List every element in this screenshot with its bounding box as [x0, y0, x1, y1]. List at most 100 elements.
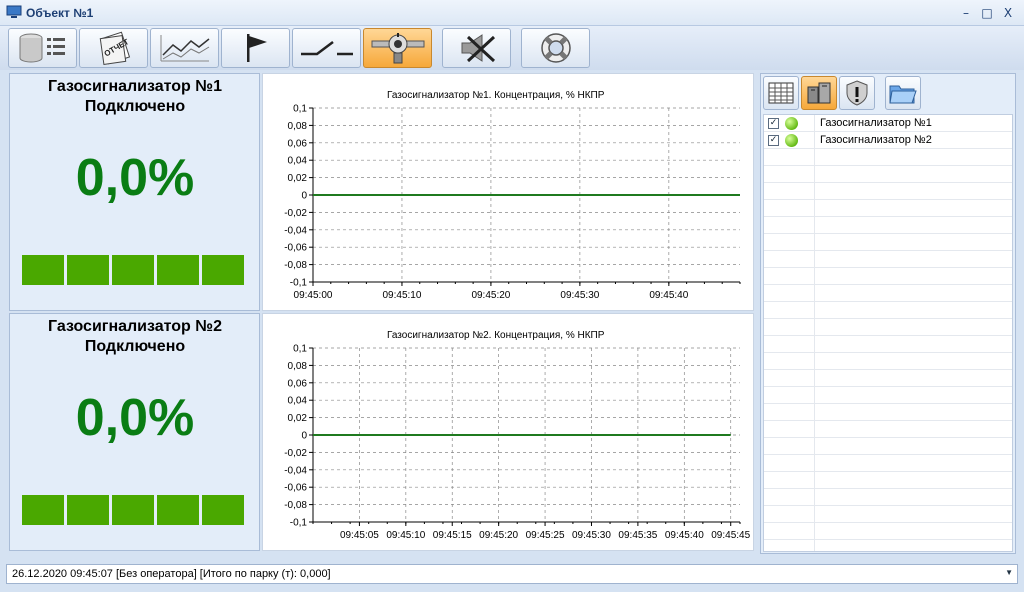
y-tick-label: -0,1	[290, 518, 308, 529]
sensor-title: Газосигнализатор №2	[47, 318, 223, 335]
folder-icon	[889, 85, 917, 104]
database-list-icon	[19, 33, 65, 63]
status-ok-icon	[785, 117, 798, 130]
level-indicator	[22, 495, 248, 525]
monitor-app-icon	[6, 5, 22, 18]
y-tick-label: 0	[301, 431, 307, 442]
device-panel: ✓ Газосигнализатор №1 ✓ Газосигнализатор…	[760, 73, 1016, 554]
y-tick-label: -0,08	[284, 260, 307, 271]
warning-shield-icon	[846, 80, 868, 106]
devices-icon	[807, 82, 831, 104]
database-list-button[interactable]	[8, 28, 77, 68]
list-item	[764, 251, 1012, 268]
list-item	[764, 489, 1012, 506]
level-segment	[157, 495, 199, 525]
y-tick-label: 0,04	[288, 396, 308, 407]
sensor-status: Подключено	[84, 98, 186, 115]
list-item	[764, 302, 1012, 319]
level-segment	[22, 495, 64, 525]
y-tick-label: 0,1	[293, 104, 307, 115]
list-item	[764, 319, 1012, 336]
open-folder-button[interactable]	[885, 76, 921, 110]
x-tick-label: 09:45:10	[382, 290, 421, 301]
sensor-panel-2: Газосигнализатор №2 Подключено 0,0%	[9, 313, 260, 551]
x-tick-label: 09:45:45	[711, 530, 750, 541]
y-tick-label: -0,02	[284, 208, 307, 219]
sensor-status: Подключено	[84, 338, 186, 355]
list-item	[764, 353, 1012, 370]
flag-icon	[246, 34, 267, 62]
x-tick-label: 09:45:40	[649, 290, 688, 301]
list-item[interactable]: ✓ Газосигнализатор №2	[764, 132, 1012, 149]
switch-icon	[300, 41, 353, 56]
y-tick-label: 0,08	[288, 361, 308, 372]
y-tick-label: -0,06	[284, 243, 307, 254]
y-tick-label: 0,04	[288, 156, 308, 167]
level-segment	[202, 255, 244, 285]
device-name: Газосигнализатор №2	[820, 134, 932, 146]
list-item	[764, 472, 1012, 489]
alarm-off-icon	[461, 34, 495, 63]
list-item	[764, 336, 1012, 353]
gas-sensor-button[interactable]	[363, 28, 432, 68]
level-segment	[112, 255, 154, 285]
y-tick-label: -0,06	[284, 483, 307, 494]
device-list: ✓ Газосигнализатор №1 ✓ Газосигнализатор…	[763, 114, 1013, 552]
chart-panel-2: Газосигнализатор №2. Концентрация, % НКП…	[262, 313, 754, 551]
list-item	[764, 404, 1012, 421]
device-checkbox[interactable]: ✓	[768, 118, 779, 129]
maximize-button[interactable]: □	[977, 3, 997, 23]
table-view-button[interactable]	[763, 76, 799, 110]
level-segment	[112, 495, 154, 525]
level-indicator	[22, 255, 248, 285]
flag-button[interactable]	[221, 28, 290, 68]
level-segment	[67, 495, 109, 525]
device-checkbox[interactable]: ✓	[768, 135, 779, 146]
x-tick-label: 09:45:00	[294, 290, 333, 301]
list-item	[764, 234, 1012, 251]
report-icon: ОТЧЕТ	[99, 31, 130, 65]
devices-button[interactable]	[801, 76, 837, 110]
list-item[interactable]: ✓ Газосигнализатор №1	[764, 115, 1012, 132]
y-tick-label: -0,08	[284, 500, 307, 511]
status-text: 26.12.2020 09:45:07 [Без оператора] [Ито…	[12, 568, 331, 580]
x-tick-label: 09:45:30	[572, 530, 611, 541]
list-item	[764, 149, 1012, 166]
sensor-panel-1: Газосигнализатор №1 Подключено 0,0%	[9, 73, 260, 311]
list-item	[764, 285, 1012, 302]
concentration-chart-2: 0,1 0,08 0,06 0,04 0,02 0 -0,02 -0,04 -0,06 -0,08…	[284, 344, 750, 542]
chart-panel-1: Газосигнализатор №1. Концентрация, % НКП…	[262, 73, 754, 311]
x-tick-label: 09:45:30	[560, 290, 599, 301]
y-tick-label: 0,06	[288, 138, 308, 149]
list-item	[764, 200, 1012, 217]
table-icon	[768, 82, 794, 104]
report-button[interactable]: ОТЧЕТ	[79, 28, 148, 68]
y-tick-label: 0,1	[293, 344, 307, 355]
trend-chart-icon	[160, 35, 209, 62]
trend-button[interactable]	[150, 28, 219, 68]
close-button[interactable]: X	[998, 3, 1018, 23]
y-tick-label: 0,02	[288, 173, 308, 184]
y-tick-label: -0,04	[284, 465, 307, 476]
device-name: Газосигнализатор №1	[820, 117, 932, 129]
list-item	[764, 506, 1012, 523]
help-button[interactable]	[521, 28, 590, 68]
chevron-down-icon[interactable]: ▼	[1005, 568, 1013, 577]
list-item	[764, 268, 1012, 285]
y-tick-label: 0,02	[288, 413, 308, 424]
alarm-off-button[interactable]	[442, 28, 511, 68]
y-tick-label: 0,08	[288, 121, 308, 132]
switch-button[interactable]	[292, 28, 361, 68]
title-bar: Объект №1 – □ X	[0, 0, 1024, 26]
lifebuoy-icon	[540, 33, 571, 63]
minimize-button[interactable]: –	[956, 3, 976, 23]
list-item	[764, 421, 1012, 438]
status-bar[interactable]: 26.12.2020 09:45:07 [Без оператора] [Ито…	[6, 564, 1018, 584]
y-tick-label: 0	[301, 191, 307, 202]
y-tick-label: -0,1	[290, 278, 308, 289]
alarms-button[interactable]	[839, 76, 875, 110]
level-segment	[22, 255, 64, 285]
concentration-value: 0,0%	[75, 389, 195, 447]
list-item	[764, 455, 1012, 472]
sensor-title: Газосигнализатор №1	[47, 78, 223, 95]
